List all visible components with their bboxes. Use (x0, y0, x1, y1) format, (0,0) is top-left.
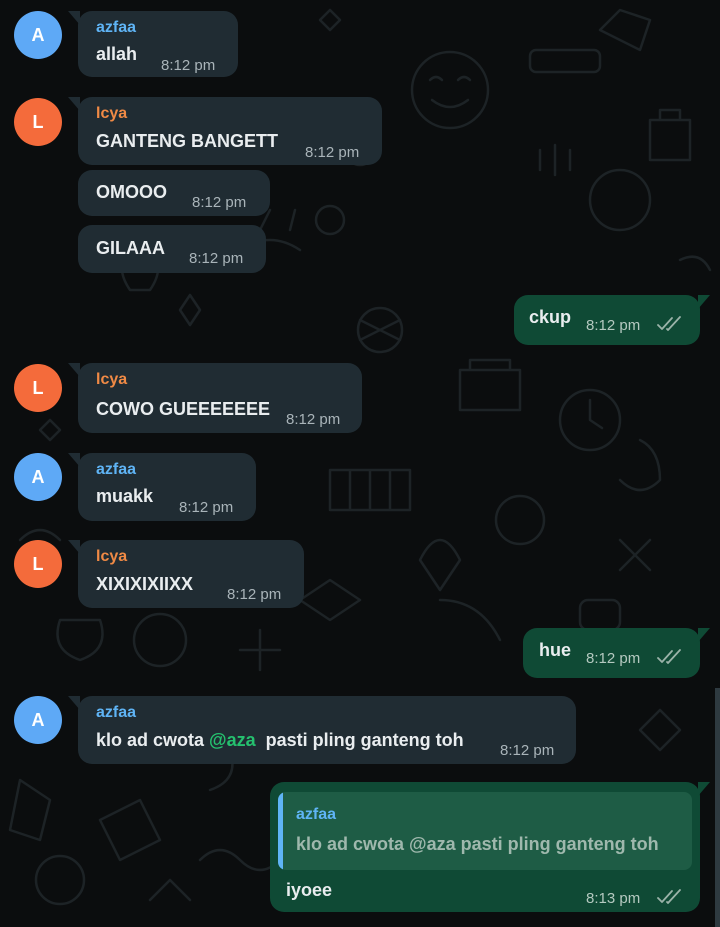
message-bubble[interactable]: azfaa muakk 8:12 pm (68, 453, 256, 521)
message-time: 8:12 pm (305, 144, 360, 161)
sender-name: azfaa (96, 704, 137, 721)
message-bubble[interactable]: GILAAA 8:12 pm (78, 225, 266, 273)
sender-name: azfaa (96, 461, 137, 478)
message-bubble[interactable]: OMOOO 8:12 pm (78, 170, 270, 216)
quoted-sender: azfaa (296, 806, 337, 823)
message-text: allah (96, 44, 138, 64)
message-bubble[interactable]: lcya XIXIXIXIIXX 8:12 pm (68, 540, 304, 608)
double-check-icon (657, 316, 681, 331)
avatar[interactable]: A (14, 696, 62, 744)
sender-name: lcya (96, 105, 128, 122)
outgoing-message-bubble[interactable]: ckup 8:12 pm (514, 295, 710, 345)
avatar[interactable]: L (14, 364, 62, 412)
mention-link[interactable]: @aza (209, 730, 256, 750)
sender-name: lcya (96, 371, 128, 388)
double-check-icon (657, 889, 681, 904)
double-check-icon (657, 649, 681, 664)
message-bubble[interactable]: lcya COWO GUEEEEEEE 8:12 pm (68, 363, 362, 433)
message-text: muakk (96, 486, 154, 506)
message-bubble[interactable]: lcya GANTENG BANGETT 8:12 pm (68, 97, 382, 165)
message-text: GANTENG BANGETT (96, 131, 278, 151)
avatar[interactable]: L (14, 98, 62, 146)
message-time: 8:12 pm (286, 411, 341, 428)
message-time: 8:12 pm (227, 586, 282, 603)
message-text: GILAAA (96, 238, 165, 258)
message-time: 8:12 pm (189, 250, 244, 267)
message-text: iyoee (286, 880, 333, 900)
message-text: XIXIXIXIIXX (96, 574, 194, 594)
outgoing-message-bubble[interactable]: hue 8:12 pm (523, 628, 710, 678)
message-text: COWO GUEEEEEEE (96, 399, 271, 419)
message-time: 8:12 pm (179, 499, 234, 516)
message-text: klo ad cwota @aza pasti pling ganteng to… (96, 730, 464, 750)
message-time: 8:13 pm (586, 890, 641, 907)
message-time: 8:12 pm (192, 194, 247, 211)
message-time: 8:12 pm (161, 57, 216, 74)
quoted-text: klo ad cwota @aza pasti pling ganteng to… (296, 834, 659, 854)
avatar[interactable]: A (14, 11, 62, 59)
sender-name: azfaa (96, 19, 137, 36)
avatar[interactable]: A (14, 453, 62, 501)
message-text: ckup (529, 307, 572, 327)
message-bubble[interactable]: azfaa allah 8:12 pm (68, 11, 238, 77)
quoted-message[interactable]: azfaa klo ad cwota @aza pasti pling gant… (278, 792, 692, 870)
message-text: OMOOO (96, 182, 167, 202)
message-bubble[interactable]: azfaa klo ad cwota @aza pasti pling gant… (68, 696, 576, 764)
message-time: 8:12 pm (586, 650, 641, 667)
avatar[interactable]: L (14, 540, 62, 588)
message-time: 8:12 pm (586, 317, 641, 334)
scrollbar[interactable] (715, 688, 720, 927)
sender-name: lcya (96, 548, 128, 565)
message-time: 8:12 pm (500, 742, 555, 759)
outgoing-message-bubble[interactable]: azfaa klo ad cwota @aza pasti pling gant… (270, 782, 710, 912)
message-text: hue (539, 640, 572, 660)
